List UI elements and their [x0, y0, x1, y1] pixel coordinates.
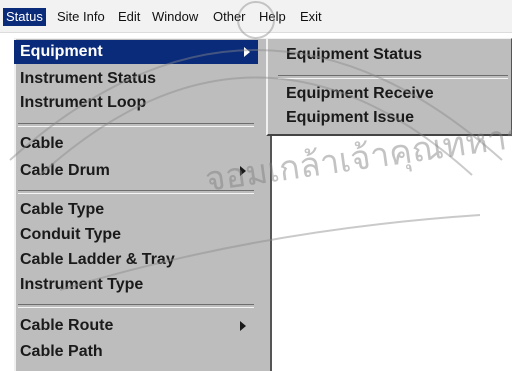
menu-item-label: Conduit Type: [20, 226, 122, 243]
menu-window[interactable]: Window: [149, 8, 201, 26]
menu-item-cable-drum[interactable]: Cable Drum: [18, 159, 254, 183]
menu-item-label: Cable Ladder & Tray: [20, 251, 175, 268]
menu-item-cable-route[interactable]: Cable Route: [18, 314, 254, 338]
submenu-item-equipment-receive[interactable]: Equipment Receive: [286, 82, 510, 106]
menu-separator: [18, 123, 254, 127]
menu-help[interactable]: Help: [256, 8, 289, 26]
menu-item-instrument-loop[interactable]: Instrument Loop: [18, 91, 254, 115]
menu-separator: [18, 190, 254, 194]
menu-item-cable-type[interactable]: Cable Type: [18, 198, 254, 222]
menu-item-instrument-type[interactable]: Instrument Type: [18, 273, 254, 297]
submenu-arrow-icon: [240, 166, 246, 176]
submenu-item-equipment-status[interactable]: Equipment Status: [286, 43, 510, 67]
menu-item-cable-ladder-tray[interactable]: Cable Ladder & Tray: [18, 248, 254, 272]
menu-item-label: Instrument Status: [20, 70, 157, 87]
menu-item-cable[interactable]: Cable: [18, 132, 254, 156]
menu-separator: [278, 75, 508, 79]
menu-item-label: Instrument Type: [20, 276, 144, 293]
menu-status[interactable]: Status: [3, 8, 46, 26]
menu-item-label: Cable: [20, 135, 64, 152]
menu-item-cable-path[interactable]: Cable Path: [18, 340, 254, 364]
menu-bar: Status Site Info Edit Window Other Help …: [0, 0, 512, 33]
menu-item-label: Equipment: [20, 43, 103, 60]
menu-exit[interactable]: Exit: [297, 8, 325, 26]
menu-separator: [18, 304, 254, 308]
menu-other[interactable]: Other: [210, 8, 249, 26]
menu-item-label: Cable Type: [20, 201, 105, 218]
menu-site-info[interactable]: Site Info: [54, 8, 108, 26]
menu-item-equipment[interactable]: Equipment: [14, 40, 258, 64]
menu-item-label: Instrument Loop: [20, 94, 147, 111]
equipment-submenu: Equipment Status Equipment Receive Equip…: [266, 38, 512, 136]
submenu-arrow-icon: [244, 47, 250, 57]
menu-edit[interactable]: Edit: [115, 8, 143, 26]
submenu-arrow-icon: [240, 321, 246, 331]
menu-item-label: Cable Path: [20, 343, 103, 360]
submenu-item-equipment-issue[interactable]: Equipment Issue: [286, 106, 510, 130]
menu-item-instrument-status[interactable]: Instrument Status: [18, 67, 254, 91]
menu-item-conduit-type[interactable]: Conduit Type: [18, 223, 254, 247]
menu-item-label: Cable Route: [20, 317, 114, 334]
menu-item-label: Cable Drum: [20, 162, 110, 179]
